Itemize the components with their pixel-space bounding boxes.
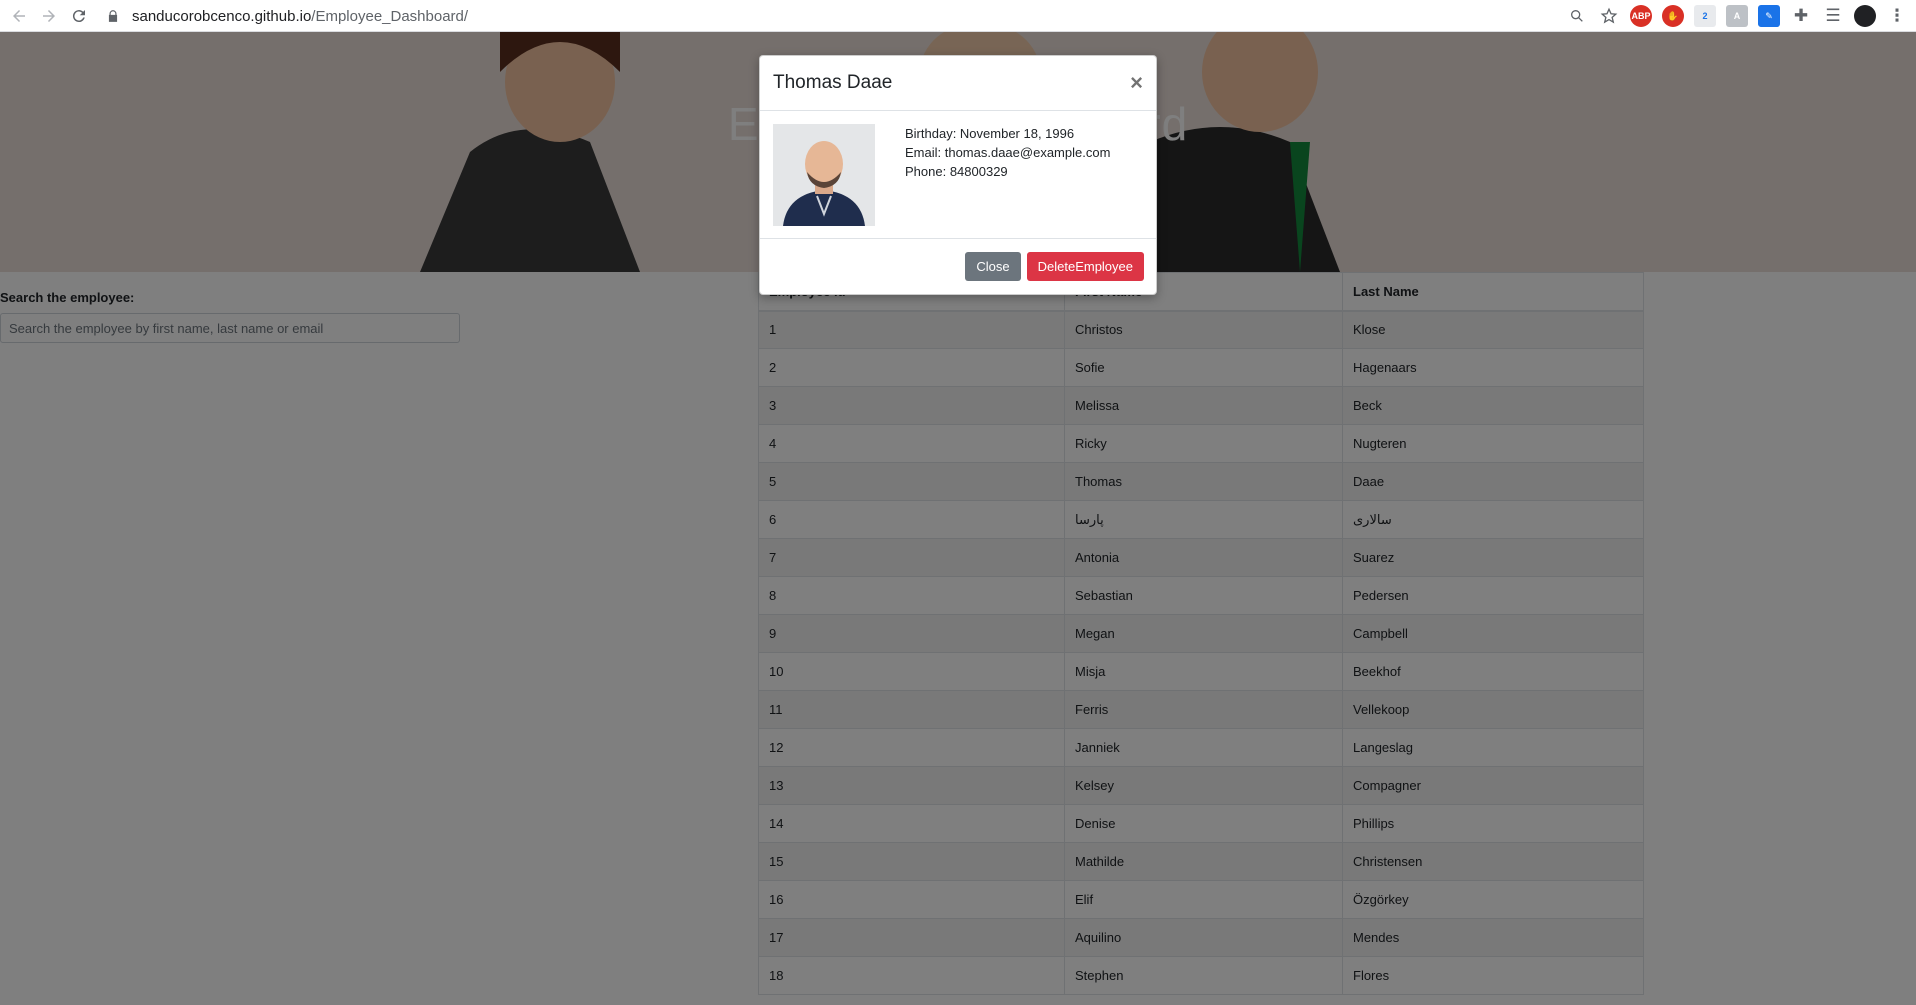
modal-title: Thomas Daae (773, 72, 893, 93)
lock-icon (108, 10, 118, 22)
more-menu-icon[interactable]: ⋮ (1886, 5, 1908, 27)
url-host: sanducorobcenco.github.io (132, 7, 312, 25)
hand-icon[interactable]: ✋ (1662, 5, 1684, 27)
reading-list-icon[interactable]: ☰ (1822, 5, 1844, 27)
modal-body: Birthday: November 18, 1996 Email: thoma… (760, 111, 1156, 239)
delete-employee-button[interactable]: DeleteEmployee (1026, 252, 1144, 281)
close-button[interactable]: Close (965, 252, 1021, 281)
reload-icon[interactable] (64, 2, 94, 30)
employee-phone: Phone: 84800329 (905, 164, 1008, 179)
back-icon[interactable] (4, 2, 34, 30)
translate-icon[interactable]: A (1726, 5, 1748, 27)
modal-footer: Close DeleteEmployee (760, 239, 1156, 294)
employee-info: Birthday: November 18, 1996 Email: thoma… (905, 124, 1110, 225)
star-icon[interactable] (1598, 5, 1620, 27)
browser-toolbar: sanducorobcenco.github.io/Employee_Dashb… (0, 0, 1916, 32)
zoom-icon[interactable] (1566, 5, 1588, 27)
employee-birthday: Birthday: November 18, 1996 (905, 126, 1075, 141)
employee-modal: Thomas Daae × Birthday: November 18, 199… (759, 55, 1157, 295)
employee-photo (773, 124, 875, 226)
employee-email: Email: thomas.daae@example.com (905, 145, 1111, 160)
modal-header: Thomas Daae × (760, 56, 1156, 111)
extension-badge-icon[interactable]: 2 (1694, 5, 1716, 27)
adblock-icon[interactable]: ABP (1630, 5, 1652, 27)
pen-icon[interactable]: ✎ (1758, 5, 1780, 27)
url-path: /Employee_Dashboard/ (311, 7, 469, 25)
address-bar[interactable]: sanducorobcenco.github.io/Employee_Dashb… (106, 3, 1606, 29)
puzzle-icon[interactable]: ✚ (1790, 5, 1812, 27)
forward-icon[interactable] (34, 2, 64, 30)
avatar[interactable] (1854, 5, 1876, 27)
close-icon[interactable]: × (1130, 72, 1143, 94)
